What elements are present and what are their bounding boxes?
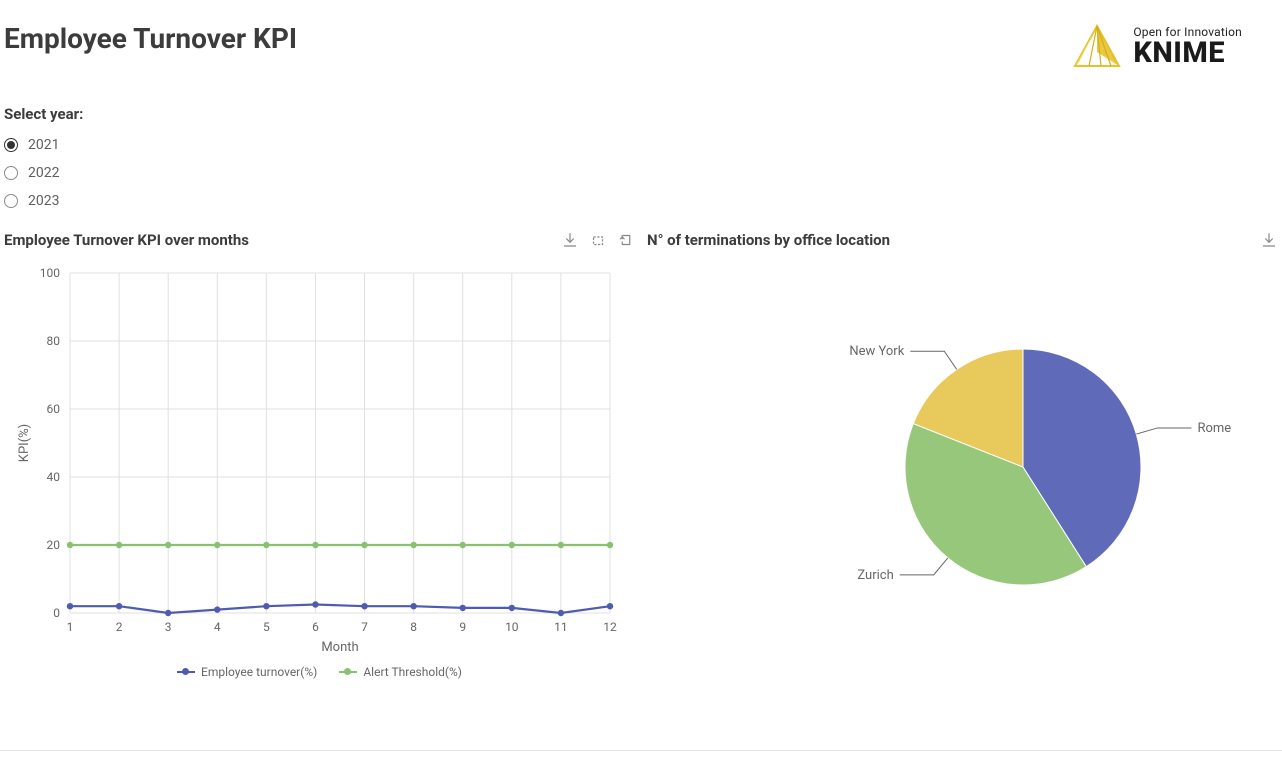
select-rect-icon[interactable] <box>589 231 607 249</box>
svg-text:KPI(%): KPI(%) <box>17 424 32 462</box>
svg-text:4: 4 <box>213 620 220 634</box>
year-option-label: 2022 <box>28 165 59 181</box>
line-chart[interactable]: 020406080100123456789101112MonthKPI(%) <box>10 257 630 657</box>
pie-chart[interactable]: RomeZurichNew York <box>703 297 1223 637</box>
svg-text:60: 60 <box>46 402 60 416</box>
year-option-label: 2021 <box>28 137 59 153</box>
pie-chart-panel: N° of terminations by office location Ro… <box>647 231 1278 679</box>
svg-text:2: 2 <box>115 620 122 634</box>
svg-text:100: 100 <box>39 266 59 280</box>
svg-text:Month: Month <box>321 640 358 655</box>
download-icon[interactable] <box>1260 231 1278 249</box>
legend-label-alert: Alert Threshold(%) <box>363 665 462 679</box>
year-option-label: 2023 <box>28 193 59 209</box>
legend-swatch-employee <box>177 671 195 673</box>
svg-text:1: 1 <box>66 620 73 634</box>
svg-text:9: 9 <box>459 620 466 634</box>
line-chart-title: Employee Turnover KPI over months <box>4 231 249 249</box>
reset-icon[interactable] <box>617 231 635 249</box>
svg-text:10: 10 <box>505 620 519 634</box>
pie-chart-title: N° of terminations by office location <box>647 231 890 249</box>
line-chart-panel: Employee Turnover KPI over months 0 20 40 6… <box>4 231 635 679</box>
svg-text:New York: New York <box>849 344 904 359</box>
line-chart-legend: Employee turnover(%) Alert Threshold(%) <box>4 657 635 679</box>
svg-text:80: 80 <box>46 334 60 348</box>
svg-text:Rome: Rome <box>1197 421 1231 436</box>
year-option-2022[interactable]: 2022 <box>4 165 1278 181</box>
svg-text:11: 11 <box>554 620 568 634</box>
svg-text:12: 12 <box>603 620 617 634</box>
svg-text:5: 5 <box>262 620 269 634</box>
svg-text:40: 40 <box>46 470 60 484</box>
legend-alert[interactable]: Alert Threshold(%) <box>339 665 462 679</box>
legend-employee[interactable]: Employee turnover(%) <box>177 665 317 679</box>
svg-text:20: 20 <box>46 538 60 552</box>
radio-icon <box>4 138 18 152</box>
year-option-2021[interactable]: 2021 <box>4 137 1278 153</box>
year-option-2023[interactable]: 2023 <box>4 193 1278 209</box>
radio-icon <box>4 194 18 208</box>
svg-text:Zurich: Zurich <box>857 568 893 583</box>
knime-triangle-icon <box>1071 22 1123 70</box>
svg-text:7: 7 <box>361 620 368 634</box>
svg-text:0: 0 <box>53 606 60 620</box>
legend-label-employee: Employee turnover(%) <box>201 665 317 679</box>
svg-text:8: 8 <box>410 620 417 634</box>
radio-icon <box>4 166 18 180</box>
svg-text:3: 3 <box>164 620 171 634</box>
logo-name: KNIME <box>1133 39 1242 68</box>
legend-swatch-alert <box>339 671 357 673</box>
year-select-label: Select year: <box>4 105 1278 123</box>
download-icon[interactable] <box>561 231 579 249</box>
knime-logo: Open for Innovation KNIME <box>1071 22 1242 70</box>
footer-divider <box>0 750 1282 751</box>
svg-text:6: 6 <box>312 620 319 634</box>
page-title: Employee Turnover KPI <box>4 22 297 55</box>
